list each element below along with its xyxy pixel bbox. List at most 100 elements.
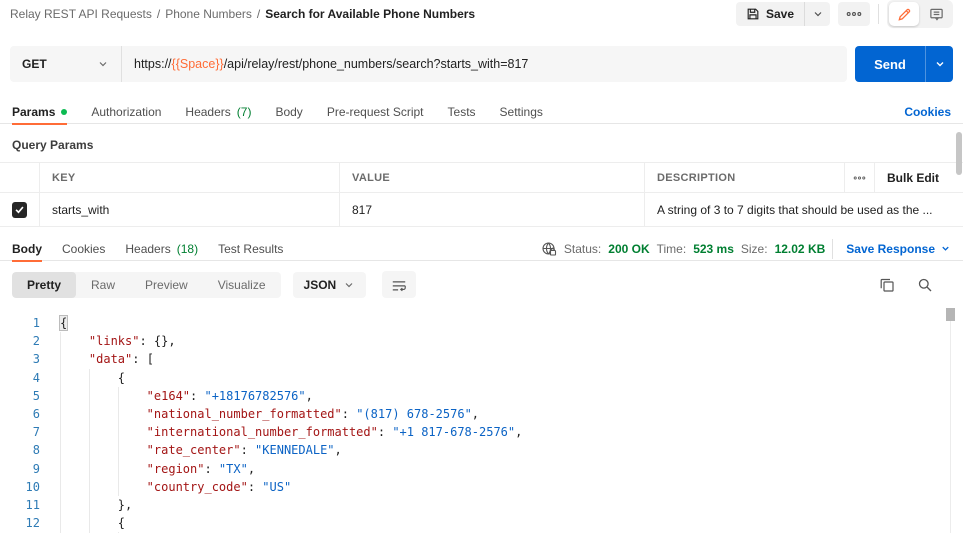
breadcrumb-collection[interactable]: Relay REST API Requests [10, 7, 152, 21]
language-select[interactable]: JSON [293, 272, 367, 298]
breadcrumb-separator: / [157, 7, 160, 21]
status-label: Status: [564, 242, 601, 256]
topbar-divider [878, 4, 879, 24]
method-label: GET [22, 57, 47, 71]
tab-authorization[interactable]: Authorization [91, 100, 161, 124]
copy-icon [879, 277, 895, 293]
request-url-row: GET https://{{Space}}/api/relay/rest/pho… [0, 28, 963, 82]
breadcrumb-folder[interactable]: Phone Numbers [165, 7, 252, 21]
view-mode-visualize[interactable]: Visualize [203, 272, 281, 298]
param-enabled-checkbox[interactable] [12, 202, 27, 218]
wrap-text-button[interactable] [382, 271, 416, 298]
wrap-text-icon [391, 278, 407, 292]
tab-pre-request-script[interactable]: Pre-request Script [327, 100, 424, 124]
code-line: 7"international_number_formatted": "+1 8… [0, 423, 963, 441]
ellipsis-icon [846, 7, 862, 21]
cookies-link[interactable]: Cookies [904, 105, 951, 119]
tab-params[interactable]: Params [12, 100, 67, 124]
code-line: 12{ [0, 514, 963, 532]
right-panel-toggle-group [887, 0, 953, 28]
line-number: 5 [0, 387, 40, 405]
line-number: 1 [0, 314, 40, 332]
save-button-group: Save [736, 2, 830, 26]
header-checkbox-cell [0, 163, 40, 192]
line-number: 8 [0, 441, 40, 459]
page-scrollbar-thumb[interactable] [956, 132, 962, 175]
more-actions-button[interactable] [838, 2, 870, 26]
send-button[interactable]: Send [855, 46, 925, 82]
save-button[interactable]: Save [736, 2, 804, 26]
code-lines: 1{2"links": {},3"data": [4{5"e164": "+18… [0, 314, 963, 533]
tab-body[interactable]: Body [275, 100, 302, 124]
view-mode-preview[interactable]: Preview [130, 272, 203, 298]
code-line: 2"links": {}, [0, 332, 963, 350]
line-number: 9 [0, 460, 40, 478]
language-label: JSON [304, 278, 337, 292]
copy-response-button[interactable] [879, 277, 895, 293]
code-line: 11}, [0, 496, 963, 514]
code-scrollbar-track [950, 308, 951, 533]
search-response-button[interactable] [917, 277, 933, 293]
tab-headers[interactable]: Headers (7) [185, 100, 251, 124]
response-tab-test-results[interactable]: Test Results [218, 237, 283, 261]
params-active-dot [61, 109, 67, 115]
edit-mode-button[interactable] [889, 2, 919, 26]
response-tab-headers[interactable]: Headers (18) [125, 237, 198, 261]
send-options-caret[interactable] [925, 46, 953, 82]
comment-icon [929, 7, 944, 22]
line-number: 3 [0, 350, 40, 368]
tab-label: Params [12, 105, 55, 119]
tab-tests[interactable]: Tests [448, 100, 476, 124]
tab-settings[interactable]: Settings [500, 100, 543, 124]
column-header-value: VALUE [340, 163, 645, 192]
save-options-caret[interactable] [804, 2, 830, 26]
line-number: 10 [0, 478, 40, 496]
url-input[interactable]: https://{{Space}}/api/relay/rest/phone_n… [122, 46, 847, 82]
code-line: 5"e164": "+18176782576", [0, 387, 963, 405]
size-value: 12.02 KB [775, 242, 826, 256]
pencil-icon [897, 7, 912, 22]
response-tab-cookies[interactable]: Cookies [62, 237, 105, 261]
code-line: 8"rate_center": "KENNEDALE", [0, 441, 963, 459]
query-params-title: Query Params [0, 124, 963, 162]
code-scrollbar-thumb[interactable] [946, 308, 955, 321]
breadcrumb-separator: / [257, 7, 260, 21]
param-value-field[interactable]: 817 [340, 193, 645, 226]
bulk-edit-button[interactable]: Bulk Edit [875, 163, 963, 192]
view-mode-pretty[interactable]: Pretty [12, 272, 76, 298]
comments-button[interactable] [921, 2, 951, 26]
view-mode-raw[interactable]: Raw [76, 272, 130, 298]
line-number: 4 [0, 369, 40, 387]
response-viewer-toolbar: Pretty Raw Preview Visualize JSON [0, 261, 963, 306]
save-icon [746, 7, 760, 21]
params-more-options-button[interactable] [845, 163, 875, 192]
tab-label: Settings [500, 105, 543, 119]
line-number: 7 [0, 423, 40, 441]
chevron-down-icon [934, 58, 946, 70]
method-select[interactable]: GET [10, 46, 122, 82]
response-bar-divider [832, 239, 833, 259]
param-description-field[interactable]: A string of 3 to 7 digits that should be… [645, 193, 963, 226]
query-param-row: starts_with 817 A string of 3 to 7 digit… [0, 193, 963, 227]
chevron-down-icon [97, 58, 109, 70]
save-response-button[interactable]: Save Response [846, 242, 951, 256]
tab-label: Authorization [91, 105, 161, 119]
param-key-field[interactable]: starts_with [40, 193, 340, 226]
column-header-description: DESCRIPTION [645, 163, 845, 192]
response-body-code[interactable]: 1{2"links": {},3"data": [4{5"e164": "+18… [0, 306, 963, 533]
response-tab-body[interactable]: Body [12, 237, 42, 261]
column-header-key: KEY [40, 163, 340, 192]
tab-label: Test Results [218, 242, 283, 256]
tab-count: (18) [177, 242, 198, 256]
url-environment-variable: {{Space}} [172, 57, 224, 71]
send-button-label: Send [874, 57, 906, 72]
code-line: 6"national_number_formatted": "(817) 678… [0, 405, 963, 423]
tab-label: Body [12, 242, 42, 256]
tab-label: Cookies [62, 242, 105, 256]
response-bar: Body Cookies Headers (18) Test Results S… [0, 237, 963, 261]
request-tabs: Params Authorization Headers (7) Body Pr… [0, 100, 963, 124]
tab-label: Headers [185, 105, 230, 119]
url-box: GET https://{{Space}}/api/relay/rest/pho… [10, 46, 847, 82]
network-info-icon[interactable] [541, 241, 557, 257]
send-button-group: Send [855, 46, 953, 82]
